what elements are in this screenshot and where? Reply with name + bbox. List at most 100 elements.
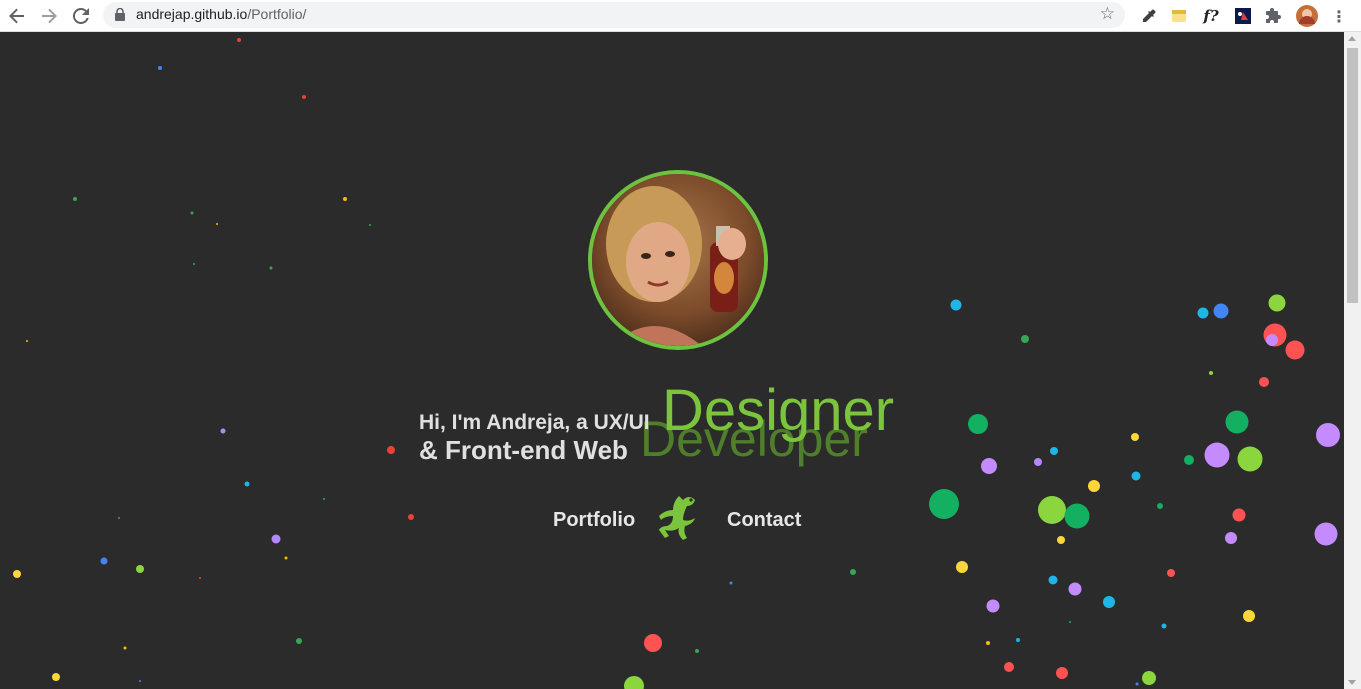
back-arrow-icon[interactable] — [4, 3, 30, 29]
particle-dot — [1197, 307, 1209, 319]
particle-dot — [199, 577, 201, 579]
particle-dot — [220, 428, 226, 434]
particle-dot — [52, 673, 60, 681]
particle-dot — [387, 446, 395, 454]
particle-dot — [1069, 621, 1071, 623]
particle-dot — [729, 581, 733, 585]
browser-toolbar: andrejap.github.io/Portfolio/ ☆ f? ⋮ — [0, 0, 1361, 32]
particle-dot — [1048, 575, 1058, 585]
particle-dot — [1131, 471, 1141, 481]
portfolio-link[interactable]: Portfolio — [553, 509, 635, 532]
puzzle-icon[interactable] — [1262, 4, 1286, 28]
particle-dot — [1209, 371, 1213, 375]
lock-icon — [115, 8, 125, 21]
particle-dot — [1184, 455, 1194, 465]
particle-dot — [369, 224, 371, 226]
particle-dot — [244, 481, 250, 487]
particle-dot — [1016, 638, 1020, 642]
particle-dot — [1057, 536, 1065, 544]
particle-dot — [1259, 377, 1269, 387]
particle-dot — [1243, 610, 1255, 622]
page-scrollbar[interactable] — [1344, 32, 1361, 689]
particle-dot — [1232, 508, 1246, 522]
particle-dot — [1157, 503, 1163, 509]
reload-icon[interactable] — [68, 3, 94, 29]
particle-dot — [296, 638, 302, 644]
particle-dot — [1068, 582, 1082, 596]
note-icon[interactable] — [1167, 4, 1191, 28]
url-path: /Portfolio/ — [247, 6, 307, 22]
particle-dot — [73, 197, 77, 201]
particle-dot — [850, 569, 856, 575]
particle-dot — [1131, 433, 1139, 441]
particle-dot — [1204, 442, 1230, 468]
particle-dot — [136, 565, 144, 573]
particle-dot — [1064, 503, 1090, 529]
particle-dot — [1314, 522, 1338, 546]
particle-dot — [118, 517, 120, 519]
particle-dot — [1056, 667, 1068, 679]
font-icon[interactable]: f? — [1199, 4, 1223, 28]
particle-dot — [190, 211, 194, 215]
scroll-down-icon[interactable] — [1348, 680, 1356, 685]
particle-dot — [1050, 447, 1058, 455]
particle-dot — [237, 38, 241, 42]
profile-avatar[interactable] — [1295, 4, 1319, 28]
particle-dot — [929, 489, 959, 519]
particle-dot — [13, 570, 21, 578]
particle-dot — [1034, 458, 1042, 466]
particle-dot — [644, 634, 662, 652]
particle-dot — [950, 299, 962, 311]
particle-dot — [1038, 496, 1066, 524]
particle-dot — [1103, 596, 1115, 608]
particle-dot — [1088, 480, 1100, 492]
particle-dot — [1285, 340, 1305, 360]
particle-dot — [968, 414, 988, 434]
role-word-front: Designer — [662, 378, 895, 443]
particle-dot — [981, 458, 997, 474]
particle-dot — [695, 649, 699, 653]
page-viewport: Developer Designer Hi, I'm Andreja, a UX… — [0, 32, 1344, 689]
particle-dot — [1161, 623, 1167, 629]
particle-dot — [1266, 334, 1278, 346]
particle-dot — [1225, 532, 1237, 544]
particle-dot — [1004, 662, 1014, 672]
forward-arrow-icon[interactable] — [36, 3, 62, 29]
particle-dot — [986, 641, 990, 645]
menu-icon[interactable]: ⋮ — [1327, 4, 1351, 28]
address-bar[interactable]: andrejap.github.io/Portfolio/ ☆ — [103, 2, 1125, 28]
particle-dot — [100, 557, 108, 565]
scroll-thumb[interactable] — [1347, 48, 1358, 303]
particle-dot — [193, 263, 195, 265]
particle-dot — [1167, 569, 1175, 577]
particle-dot — [323, 498, 325, 500]
intro-line-2: & Front-end Web — [419, 435, 628, 465]
contact-link[interactable]: Contact — [727, 509, 801, 532]
particle-dot — [271, 534, 281, 544]
particle-dot — [302, 95, 306, 99]
particle-dot — [216, 223, 218, 225]
lizard-logo-icon[interactable] — [655, 494, 701, 544]
particle-dot — [408, 514, 414, 520]
particle-dot — [269, 266, 273, 270]
particle-dot — [1213, 303, 1229, 319]
particle-dot — [26, 340, 28, 342]
url-text: andrejap.github.io/Portfolio/ — [136, 6, 306, 22]
particle-dot — [343, 197, 347, 201]
particle-dot — [1021, 335, 1029, 343]
particle-dot — [1225, 410, 1249, 434]
url-domain: andrejap.github.io — [136, 6, 248, 22]
particle-dot — [139, 680, 141, 682]
particle-dot — [1316, 423, 1340, 447]
particle-dot — [123, 646, 127, 650]
scroll-up-icon[interactable] — [1348, 36, 1356, 41]
particle-dot — [956, 561, 968, 573]
app-icon[interactable] — [1231, 4, 1255, 28]
particle-dot — [1135, 682, 1139, 686]
particle-field — [13, 38, 1340, 689]
particle-dot — [284, 556, 288, 560]
particle-dot — [1237, 446, 1263, 472]
eyedropper-icon[interactable] — [1136, 4, 1160, 28]
star-icon[interactable]: ☆ — [1100, 4, 1115, 24]
profile-photo — [588, 170, 768, 350]
